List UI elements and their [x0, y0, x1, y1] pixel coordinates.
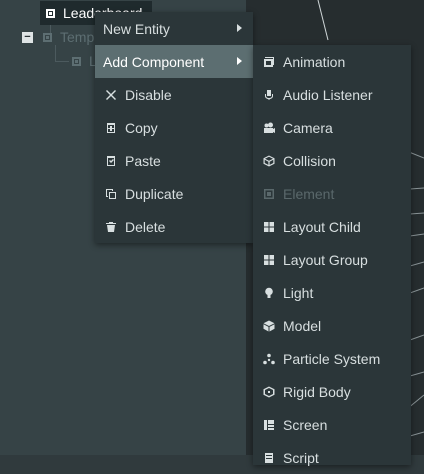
menu-item-label: Disable — [125, 86, 172, 103]
cube-outline-icon — [263, 155, 275, 167]
menu-item-copy[interactable]: Copy — [95, 111, 253, 144]
menu-item-label: Layout Group — [283, 251, 368, 268]
menu-item-label: Copy — [125, 119, 158, 136]
microphone-icon — [263, 89, 275, 101]
script-icon — [263, 452, 275, 464]
menu-item-label: Add Component — [103, 53, 205, 70]
entity-icon — [43, 32, 52, 42]
menu-item-label: Model — [283, 317, 322, 334]
menu-item-disable[interactable]: Disable — [95, 78, 253, 111]
menu-item-label: Script — [283, 449, 319, 466]
rigidbody-icon — [263, 386, 275, 398]
submenu-arrow-icon — [237, 24, 242, 32]
copy-icon — [105, 122, 117, 134]
paste-icon — [105, 155, 117, 167]
component-item-audio-listener[interactable]: Audio Listener — [253, 78, 411, 111]
component-item-model[interactable]: Model — [253, 309, 411, 342]
menu-item-label: Delete — [125, 218, 166, 235]
menu-item-label: Light — [283, 284, 314, 301]
component-item-element: Element — [253, 177, 411, 210]
lightbulb-icon — [263, 287, 275, 299]
camera-icon — [263, 122, 275, 134]
menu-item-label: Animation — [283, 53, 346, 70]
tree-item-child[interactable]: L — [68, 49, 97, 73]
entity-icon — [72, 56, 81, 66]
menu-item-label: Duplicate — [125, 185, 184, 202]
menu-item-label: Rigid Body — [283, 383, 351, 400]
menu-item-add-component[interactable]: Add Component — [95, 45, 253, 78]
context-menu: New Entity Add Component Disable Copy Pa… — [95, 12, 253, 243]
add-component-submenu: Animation Audio Listener Camera Collisio… — [253, 45, 411, 466]
collapse-icon[interactable]: − — [22, 31, 33, 43]
tree-item-temp[interactable]: − Temp — [22, 25, 94, 49]
duplicate-icon — [105, 188, 117, 200]
menu-item-duplicate[interactable]: Duplicate — [95, 177, 253, 210]
component-item-camera[interactable]: Camera — [253, 111, 411, 144]
x-icon — [105, 89, 117, 101]
component-item-collision[interactable]: Collision — [253, 144, 411, 177]
menu-item-label: Particle System — [283, 350, 381, 367]
tree-line — [55, 61, 69, 62]
tree-item-label: Temp — [60, 29, 95, 45]
menu-item-label: New Entity — [103, 20, 170, 37]
submenu-arrow-icon — [237, 57, 242, 65]
menu-item-label: Camera — [283, 119, 333, 136]
menu-item-label: Paste — [125, 152, 161, 169]
element-icon — [263, 188, 275, 200]
component-item-script[interactable]: Script — [253, 441, 411, 474]
animation-icon — [263, 56, 275, 68]
screen-icon — [263, 419, 275, 431]
component-item-screen[interactable]: Screen — [253, 408, 411, 441]
trash-icon — [105, 221, 117, 233]
menu-item-label: Element — [283, 185, 335, 202]
component-item-layout-child[interactable]: Layout Child — [253, 210, 411, 243]
cube-solid-icon — [263, 320, 275, 332]
component-item-layout-group[interactable]: Layout Group — [253, 243, 411, 276]
menu-item-new-entity[interactable]: New Entity — [95, 12, 253, 45]
menu-item-paste[interactable]: Paste — [95, 144, 253, 177]
menu-item-label: Audio Listener — [283, 86, 373, 103]
component-item-rigid-body[interactable]: Rigid Body — [253, 375, 411, 408]
grid-icon — [263, 221, 275, 233]
menu-item-label: Collision — [283, 152, 336, 169]
component-item-particle-system[interactable]: Particle System — [253, 342, 411, 375]
component-item-light[interactable]: Light — [253, 276, 411, 309]
entity-icon — [46, 8, 55, 18]
component-item-animation[interactable]: Animation — [253, 45, 411, 78]
menu-item-label: Layout Child — [283, 218, 361, 235]
particles-icon — [263, 353, 275, 365]
menu-item-label: Screen — [283, 416, 328, 433]
grid-icon — [263, 254, 275, 266]
menu-item-delete[interactable]: Delete — [95, 210, 253, 243]
